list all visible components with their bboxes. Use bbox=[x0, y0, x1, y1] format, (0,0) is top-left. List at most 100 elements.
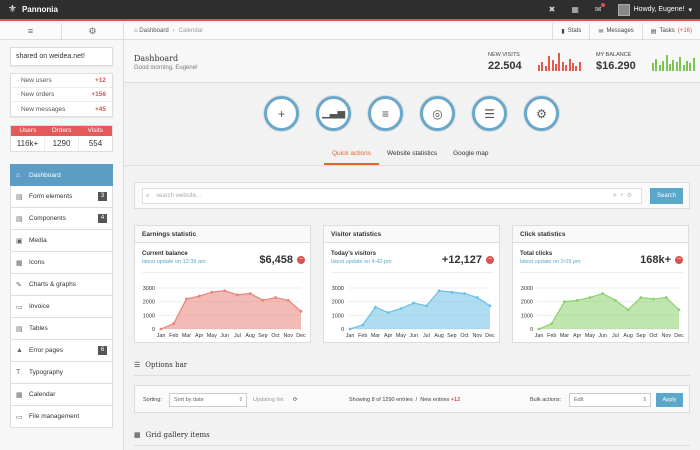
add-button[interactable]: + bbox=[264, 96, 299, 131]
data-point[interactable] bbox=[210, 290, 214, 294]
y-tick-label: 2000 bbox=[521, 300, 533, 306]
data-point[interactable] bbox=[575, 298, 579, 302]
data-point[interactable] bbox=[601, 292, 605, 295]
nav-label: Media bbox=[29, 237, 47, 244]
data-point[interactable] bbox=[437, 289, 441, 293]
tab-quick-actions[interactable]: Quick actions bbox=[324, 147, 380, 165]
data-point[interactable] bbox=[488, 304, 492, 308]
data-point[interactable] bbox=[463, 292, 466, 295]
minus-icon[interactable]: − bbox=[486, 256, 494, 264]
search-controls-icon[interactable]: ✕+⚙ bbox=[612, 189, 635, 203]
bulk-label: Bulk actions: bbox=[530, 397, 562, 403]
settings-button[interactable]: ⚙ bbox=[524, 96, 559, 131]
apply-button[interactable]: Apply bbox=[656, 393, 683, 407]
x-tick-label: Dec bbox=[296, 333, 306, 339]
tab-website-statistics[interactable]: Website statistics bbox=[379, 147, 445, 165]
data-point[interactable] bbox=[450, 290, 454, 294]
data-point[interactable] bbox=[652, 297, 655, 301]
data-point[interactable] bbox=[639, 296, 643, 299]
data-point[interactable] bbox=[197, 294, 201, 298]
search-button[interactable]: Search bbox=[650, 188, 683, 204]
data-point[interactable] bbox=[399, 307, 403, 310]
sidebar-item-media[interactable]: ▣ Media bbox=[10, 230, 113, 252]
sidebar-item-invoice[interactable]: ▭ Invoice bbox=[10, 296, 113, 318]
sidebar-nav: ⌂ Dashboard ▤ Form elements 3 ▤ Components 4 … bbox=[10, 164, 113, 428]
sidebar-stats: Users Orders Visits 116k+ 1290 554 bbox=[10, 125, 113, 152]
rss-button[interactable]: ◎ bbox=[420, 96, 455, 131]
data-point[interactable] bbox=[361, 323, 365, 327]
notification-item[interactable]: · New messages +45 bbox=[11, 102, 112, 116]
sidebar-item-typography[interactable]: T Typography bbox=[10, 362, 113, 384]
stats-link[interactable]: ▮ Stats bbox=[552, 22, 589, 40]
divider bbox=[124, 165, 700, 166]
sidebar-settings-tab[interactable]: ⚙ bbox=[62, 23, 123, 39]
search-bar: ⌕ search website... ✕+⚙ Search bbox=[134, 182, 690, 209]
data-point[interactable] bbox=[299, 309, 303, 313]
data-point[interactable] bbox=[475, 296, 479, 299]
messages-icon[interactable]: ✉ bbox=[595, 3, 605, 14]
data-point[interactable] bbox=[588, 296, 592, 299]
data-point[interactable] bbox=[235, 293, 239, 297]
data-point[interactable] bbox=[172, 322, 176, 325]
notification-label: New messages bbox=[20, 105, 66, 113]
search-input[interactable]: ⌕ search website... ✕+⚙ bbox=[142, 188, 642, 204]
minus-icon[interactable]: − bbox=[675, 256, 683, 264]
data-point[interactable] bbox=[248, 292, 252, 295]
sparkline-bar bbox=[541, 62, 544, 71]
data-point[interactable] bbox=[613, 298, 617, 302]
data-point[interactable] bbox=[261, 298, 265, 302]
sidebar-item-form-elements[interactable]: ▤ Form elements 3 bbox=[10, 186, 113, 208]
data-point[interactable] bbox=[626, 308, 630, 312]
stats-button[interactable]: ▁▃▅ bbox=[316, 96, 351, 131]
share-box[interactable]: shared on weidea.net! bbox=[10, 47, 113, 66]
grid-icon[interactable]: ▦ bbox=[571, 5, 579, 14]
sidebar-item-dashboard[interactable]: ⌂ Dashboard bbox=[10, 164, 113, 186]
sorting-select[interactable]: Sort by date ⇕ bbox=[169, 393, 247, 407]
data-point[interactable] bbox=[386, 311, 390, 314]
sidebar-item-file-management[interactable]: ▭ File management bbox=[10, 406, 113, 428]
user-menu[interactable]: Howdy, Eugene! ▾ bbox=[617, 3, 692, 16]
sparkline-bar bbox=[682, 65, 685, 71]
tasks-link[interactable]: ▤ Tasks (+16) bbox=[641, 22, 700, 40]
data-point[interactable] bbox=[537, 327, 541, 331]
x-tick-label: Dec bbox=[674, 333, 684, 339]
bulk-select[interactable]: Edit ⇕ bbox=[569, 393, 651, 407]
sidebar-item-charts[interactable]: ✎ Charts & graphs bbox=[10, 274, 113, 296]
refresh-icon[interactable]: ⟳ bbox=[293, 397, 298, 403]
y-tick-label: 3000 bbox=[521, 286, 533, 292]
sidebar-item-calendar[interactable]: ▦ Calendar bbox=[10, 384, 113, 406]
data-point[interactable] bbox=[185, 297, 188, 301]
data-point[interactable] bbox=[274, 296, 277, 299]
notification-item[interactable]: · New users +12 bbox=[11, 74, 112, 88]
notification-item[interactable]: · New orders +156 bbox=[11, 88, 112, 102]
data-point[interactable] bbox=[223, 289, 227, 293]
data-point[interactable] bbox=[348, 327, 352, 331]
data-point[interactable] bbox=[159, 327, 163, 331]
tab-google-map[interactable]: Google map bbox=[445, 147, 496, 165]
data-point[interactable] bbox=[286, 298, 290, 302]
page-header: Dashboard Good morning, Eugene! NEW VISI… bbox=[124, 40, 700, 83]
list-button[interactable]: ≡ bbox=[368, 96, 403, 131]
sparkline-bar bbox=[555, 64, 557, 71]
tasks-icon: ▤ bbox=[650, 28, 657, 35]
data-point[interactable] bbox=[677, 308, 681, 312]
sidebar-item-error-pages[interactable]: ▲ Error pages 6 bbox=[10, 340, 113, 362]
data-point[interactable] bbox=[550, 322, 554, 325]
sidebar-item-icons[interactable]: ▦ Icons bbox=[10, 252, 113, 274]
breadcrumb-home[interactable]: Dashboard bbox=[139, 28, 168, 34]
minus-icon[interactable]: − bbox=[297, 256, 305, 264]
data-point[interactable] bbox=[412, 301, 416, 305]
data-point[interactable] bbox=[563, 300, 566, 304]
sidebar-item-components[interactable]: ▤ Components 4 bbox=[10, 208, 113, 230]
data-point[interactable] bbox=[374, 305, 377, 309]
sidebar-menu-tab[interactable]: ≡ bbox=[0, 23, 62, 39]
server-button[interactable]: ☰ bbox=[472, 96, 507, 131]
flag-icon[interactable]: ✖ bbox=[549, 5, 556, 14]
data-point[interactable] bbox=[664, 296, 668, 299]
search-icon: ⌕ bbox=[146, 193, 150, 199]
messages-link[interactable]: ✉ Messages bbox=[589, 22, 641, 40]
bulk-value: Edit bbox=[574, 397, 584, 403]
data-point[interactable] bbox=[424, 304, 428, 308]
brand-logo[interactable]: ⚜ Pannonia bbox=[8, 4, 58, 15]
sidebar-item-tables[interactable]: ▤ Tables bbox=[10, 318, 113, 340]
